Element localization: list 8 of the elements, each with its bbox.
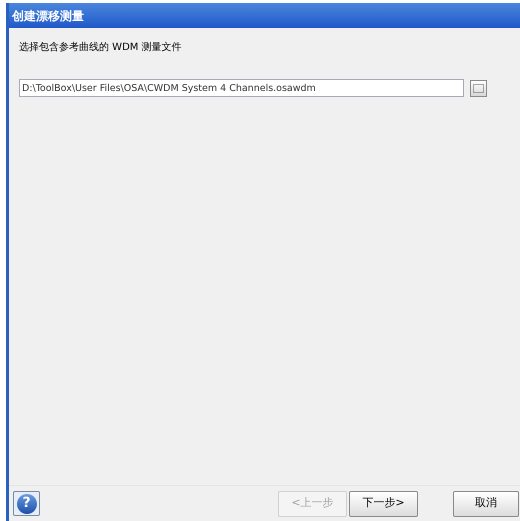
file-path-field[interactable]: D:\ToolBox\User Files\OSA\CWDM System 4 Channels.osawdm bbox=[19, 79, 464, 97]
help-button[interactable]: ? bbox=[13, 491, 40, 516]
ellipsis-icon bbox=[473, 84, 484, 92]
next-button[interactable]: 下一步> bbox=[349, 490, 418, 516]
browse-button[interactable] bbox=[470, 80, 487, 96]
instruction-text: 选择包含参考曲线的 WDM 测量文件 bbox=[19, 40, 183, 55]
cancel-button[interactable]: 取消 bbox=[453, 490, 519, 516]
window-title: 创建漂移测量 bbox=[12, 8, 84, 24]
